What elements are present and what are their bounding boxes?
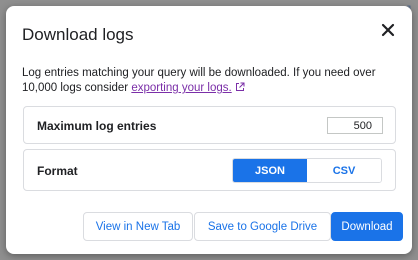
format-panel: Format JSON CSV — [23, 149, 396, 191]
close-button[interactable] — [378, 20, 398, 40]
format-option-json[interactable]: JSON — [233, 159, 307, 182]
close-icon — [381, 23, 395, 37]
max-entries-label: Maximum log entries — [37, 119, 157, 133]
format-toggle: JSON CSV — [232, 158, 382, 183]
save-to-drive-button[interactable]: Save to Google Drive — [194, 212, 331, 241]
download-button[interactable]: Download — [331, 212, 403, 241]
max-entries-input[interactable] — [327, 117, 383, 134]
format-label: Format — [37, 164, 78, 178]
format-option-csv[interactable]: CSV — [307, 159, 381, 182]
dialog-description: Log entries matching your query will be … — [22, 66, 406, 96]
max-entries-panel: Maximum log entries — [23, 106, 396, 144]
dialog-title: Download logs — [22, 25, 134, 44]
export-logs-link[interactable]: exporting your logs. — [131, 82, 231, 94]
download-logs-dialog: Download logs Log entries matching your … — [6, 6, 412, 254]
external-link-icon[interactable] — [235, 82, 245, 92]
view-in-new-tab-button[interactable]: View in New Tab — [83, 212, 193, 241]
